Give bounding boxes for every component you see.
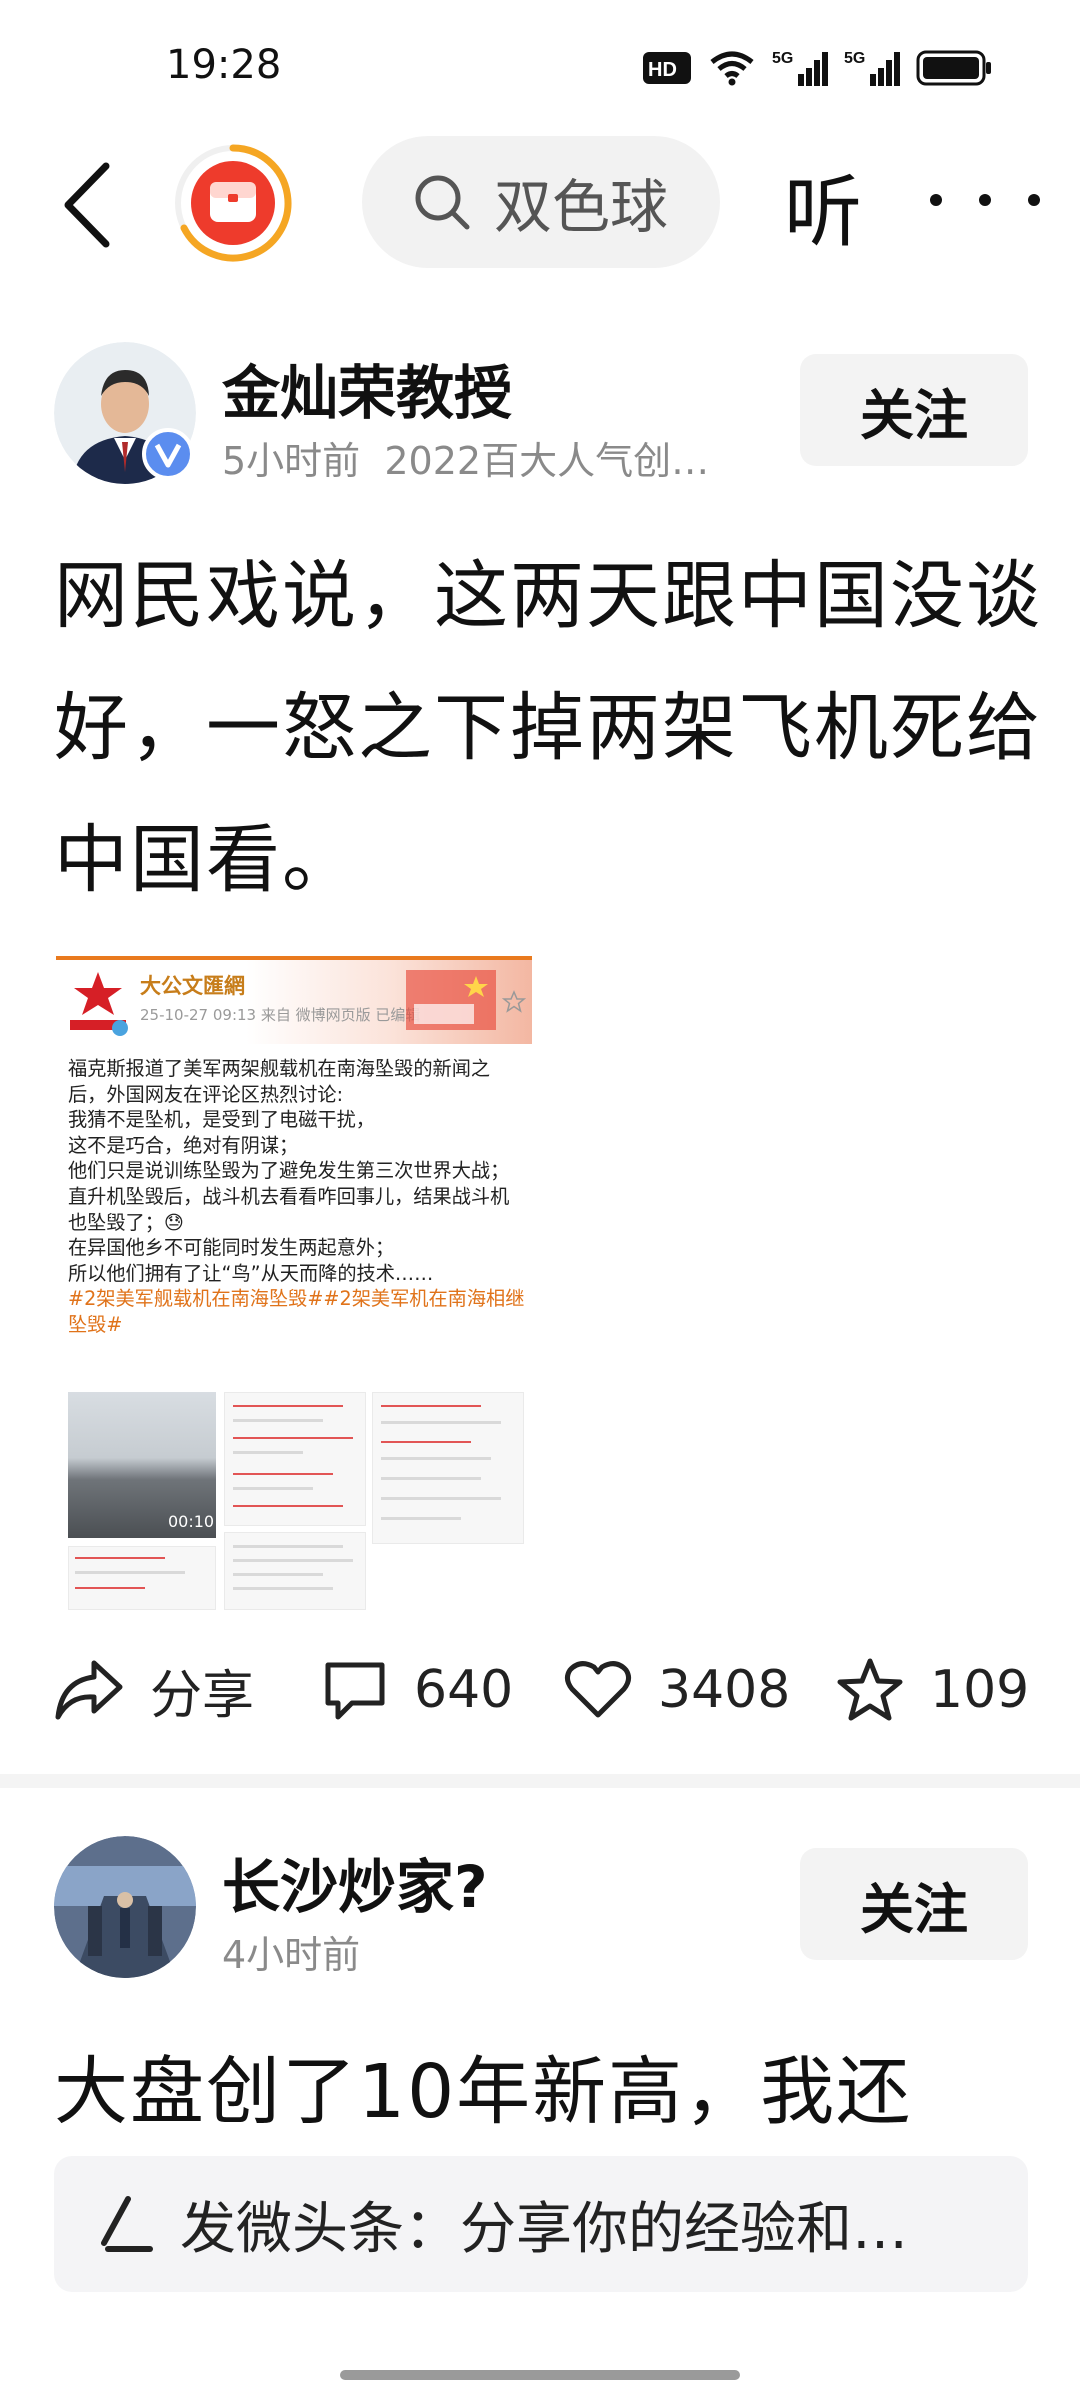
heart-icon xyxy=(564,1661,632,1718)
embed-line: 所以他们拥有了让“鸟”从天而降的技术…… xyxy=(68,1261,434,1285)
comment-screenshot xyxy=(68,1546,216,1610)
more-dot-icon xyxy=(1028,194,1040,206)
video-duration: 00:10 xyxy=(168,1512,215,1531)
pen-icon xyxy=(101,2196,153,2252)
embed-account-name: 大公文匯網 xyxy=(140,974,245,998)
takungpao-logo-icon xyxy=(70,972,128,1036)
signal-5g-icon: 5G xyxy=(772,50,828,86)
post-time: 5小时前 xyxy=(222,439,361,483)
post-time: 4小时前 xyxy=(222,1933,361,1977)
favorite-count: 109 xyxy=(930,1660,1030,1720)
author-avatar[interactable] xyxy=(54,1836,196,1978)
signal-5g-2-icon: 5G xyxy=(844,50,900,86)
status-time: 19:28 xyxy=(166,42,282,88)
search-icon xyxy=(415,175,470,230)
home-indicator[interactable] xyxy=(340,2370,740,2380)
compose-input[interactable]: 发微头条：分享你的经验和… xyxy=(54,2156,1028,2292)
wifi-icon xyxy=(710,51,754,86)
star-icon xyxy=(837,1658,903,1721)
svg-text:5G: 5G xyxy=(772,50,793,67)
svg-text:5G: 5G xyxy=(844,50,865,67)
more-dot-icon xyxy=(930,194,942,206)
embed-line: 我猜不是坠机，是受到了电磁干扰， xyxy=(68,1108,375,1132)
share-icon xyxy=(55,1660,123,1720)
avatar-photo xyxy=(54,1836,196,1978)
post-text[interactable]: 大盘创了10年新高，我还 xyxy=(54,2026,1044,2158)
author-tag: 2022百大人气创… xyxy=(384,439,710,483)
verified-badge-icon xyxy=(142,428,194,480)
comment-count: 640 xyxy=(414,1660,514,1720)
back-button[interactable] xyxy=(56,150,116,260)
share-button[interactable]: 分享 xyxy=(54,1650,254,1730)
more-button[interactable] xyxy=(930,170,1040,230)
flag-emblem-icon xyxy=(406,970,496,1030)
status-icons: HD 5G 5G xyxy=(642,48,992,88)
embed-text: 福克斯报道了美军两架舰载机在南海坠毁的新闻之后，外国网友在评论区热烈讨论: 我猜… xyxy=(68,1056,526,1338)
embed-hashtags: #2架美军舰载机在南海坠毁##2架美军机在南海相继坠毁# xyxy=(68,1287,525,1336)
comment-screenshot xyxy=(224,1532,366,1610)
embed-line: 这不是巧合，绝对有阴谋； xyxy=(68,1133,299,1157)
embed-line: 他们只是说训练坠毁为了避免发生第三次世界大战； xyxy=(68,1159,510,1183)
battery-icon xyxy=(916,50,991,86)
more-dot-icon xyxy=(979,194,991,206)
like-button[interactable]: 3408 xyxy=(564,1650,790,1730)
app-logo-button[interactable] xyxy=(172,142,294,264)
embed-line: 福克斯报道了美军两架舰载机在南海坠毁的新闻之后，外国网友在评论区热烈讨论: xyxy=(68,1057,491,1106)
comment-button[interactable]: 640 xyxy=(322,1650,513,1730)
favorite-button[interactable]: 109 xyxy=(836,1650,1029,1730)
comment-icon xyxy=(325,1662,385,1720)
svg-text:HD: HD xyxy=(648,59,677,81)
post-image[interactable]: 大公文匯網 25-10-27 09:13 来自 微博网页版 已编辑 福克斯报道了… xyxy=(56,956,532,1612)
follow-button[interactable]: 关注 xyxy=(800,1848,1028,1960)
share-label: 分享 xyxy=(150,1665,255,1726)
author-name[interactable]: 长沙炒家? xyxy=(222,1840,488,1924)
chevron-left-icon xyxy=(64,162,110,248)
comment-screenshot xyxy=(372,1392,524,1544)
search-input[interactable]: 双色球 xyxy=(362,136,720,268)
embed-line: 直升机坠毁后，战斗机去看看咋回事儿，结果战斗机也坠毁了；😓 xyxy=(68,1184,510,1234)
like-count: 3408 xyxy=(658,1660,791,1720)
post-text[interactable]: 网民戏说，这两天跟中国没谈好，一怒之下掉两架飞机死给中国看。 xyxy=(54,530,1044,926)
listen-button[interactable]: 听 xyxy=(784,150,862,262)
embed-line: 在异国他乡不可能同时发生两起意外； xyxy=(68,1236,395,1260)
author-name[interactable]: 金灿荣教授 xyxy=(222,346,512,430)
post-meta: 5小时前 2022百大人气创… xyxy=(222,430,709,485)
red-packet-logo-icon xyxy=(175,144,292,262)
search-placeholder: 双色球 xyxy=(494,173,669,241)
embed-meta: 25-10-27 09:13 来自 微博网页版 已编辑 xyxy=(140,1006,421,1024)
post-divider xyxy=(0,1774,1080,1788)
follow-button[interactable]: 关注 xyxy=(800,354,1028,466)
hd-icon: HD xyxy=(643,52,691,84)
compose-placeholder: 发微头条：分享你的经验和… xyxy=(180,2196,908,2262)
embed-video-thumbnail: 00:10 xyxy=(68,1392,216,1538)
comment-screenshot xyxy=(224,1392,366,1526)
star-outline-icon xyxy=(502,990,526,1013)
post-actions: 分享 640 3408 109 xyxy=(54,1650,1044,1730)
